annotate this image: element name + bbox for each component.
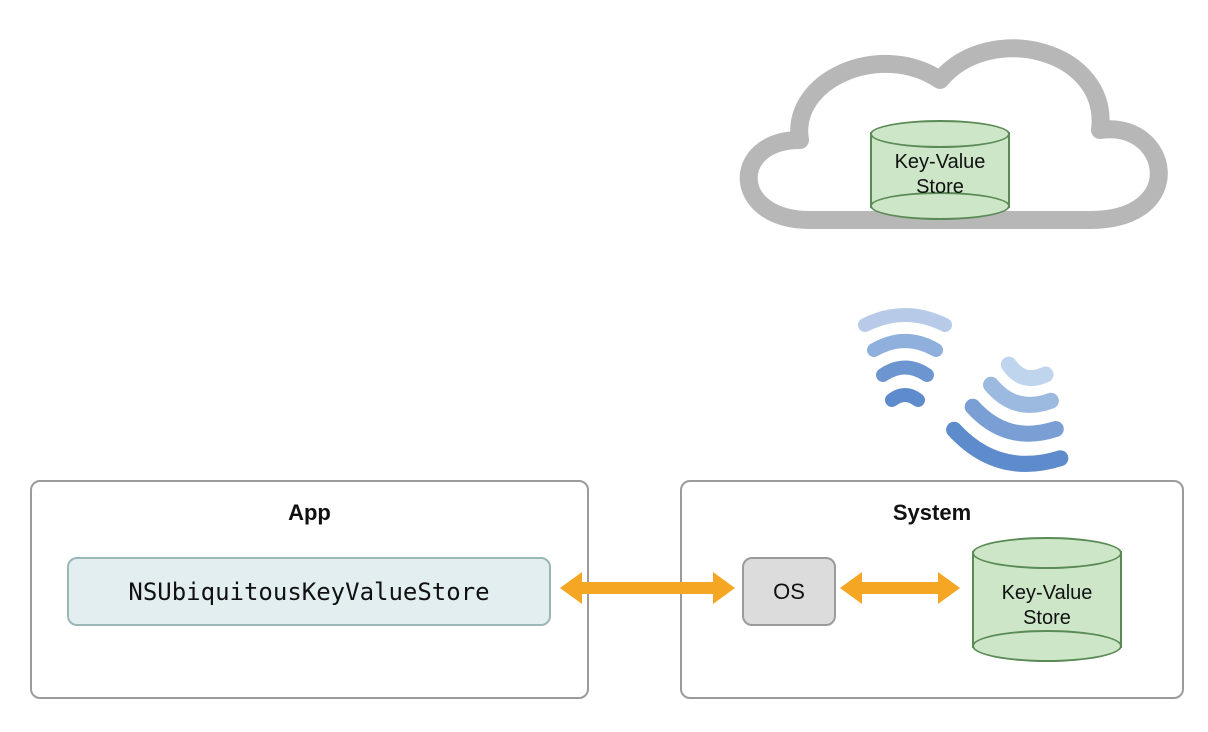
system-kv-label-2: Store bbox=[1023, 607, 1071, 629]
arrow-app-system bbox=[560, 572, 735, 604]
os-label: OS bbox=[773, 579, 805, 605]
kv-api-label: NSUbiquitousKeyValueStore bbox=[128, 578, 489, 606]
app-title: App bbox=[32, 500, 587, 526]
cloud-kv-label-1: Key-Value bbox=[895, 151, 986, 173]
system-kv-label-1: Key-Value bbox=[1002, 582, 1093, 604]
cloud-icon: Key-Value Store bbox=[690, 10, 1180, 290]
system-kv-store: Key-Value Store bbox=[972, 537, 1122, 662]
cloud-kv-label-2: Store bbox=[916, 176, 964, 198]
kv-api-class: NSUbiquitousKeyValueStore bbox=[67, 557, 551, 626]
os-box: OS bbox=[742, 557, 836, 626]
app-container: App NSUbiquitousKeyValueStore bbox=[30, 480, 589, 699]
wireless-up-icon bbox=[850, 300, 960, 420]
arrow-os-kvstore bbox=[840, 572, 960, 604]
system-title: System bbox=[682, 500, 1182, 526]
cloud-kv-store: Key-Value Store bbox=[870, 120, 1010, 220]
